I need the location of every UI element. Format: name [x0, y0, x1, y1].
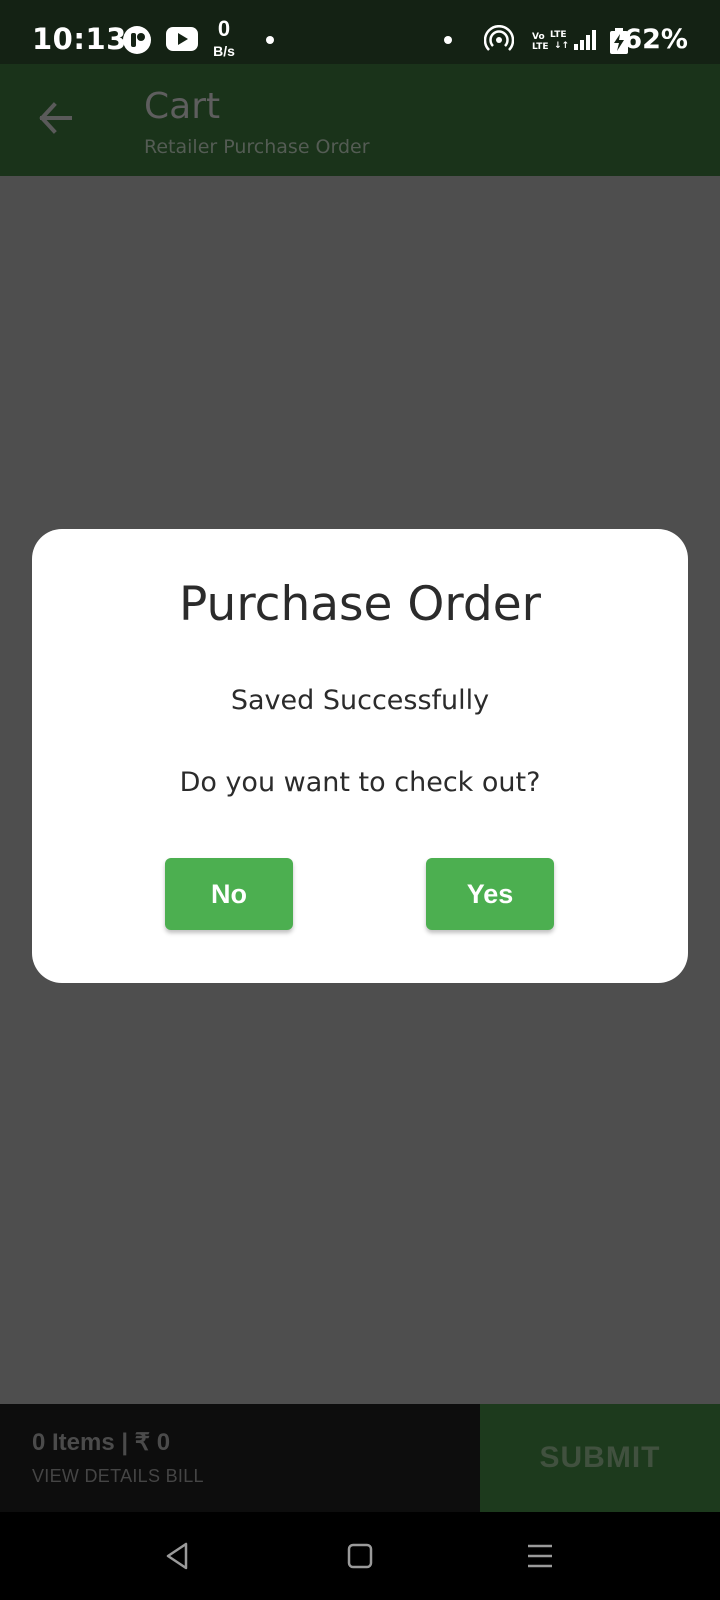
page-title: Cart — [144, 86, 221, 127]
dialog-title: Purchase Order — [179, 577, 541, 632]
screen: 10:13 0 B/s Vo LTE LTE ↓↑ 62% Cart Retai… — [0, 0, 720, 1600]
dialog-question: Do you want to check out? — [179, 767, 541, 798]
yes-button[interactable]: Yes — [426, 858, 554, 930]
youtube-icon — [166, 27, 198, 56]
cart-bottom-bar: 0 Items | ₹ 0 VIEW DETAILS BILL SUBMIT — [0, 1404, 720, 1512]
app-notification-icon — [122, 25, 152, 60]
svg-text:LTE: LTE — [532, 42, 548, 52]
svg-text:Vo: Vo — [532, 32, 545, 42]
back-triangle-icon[interactable] — [162, 1540, 194, 1572]
view-details-bill-link[interactable]: VIEW DETAILS BILL — [32, 1466, 204, 1487]
status-bar: 10:13 0 B/s Vo LTE LTE ↓↑ 62% — [0, 0, 720, 64]
dialog-message: Saved Successfully — [230, 685, 490, 716]
network-speed-unit: B/s — [213, 43, 235, 59]
notification-dot-icon — [266, 36, 274, 44]
page-subtitle: Retailer Purchase Order — [144, 136, 370, 158]
hotspot-icon — [483, 24, 515, 60]
submit-button[interactable]: SUBMIT — [480, 1404, 720, 1512]
arrow-left-icon[interactable] — [36, 98, 76, 138]
network-speed: 0 B/s — [208, 16, 240, 59]
network-speed-value: 0 — [217, 16, 231, 41]
cart-summary: 0 Items | ₹ 0 — [32, 1429, 171, 1456]
battery-percent: 62% — [623, 24, 688, 55]
status-time: 10:13 — [32, 22, 127, 56]
lte-signal-icon: LTE ↓↑ — [550, 28, 600, 57]
system-nav-bar — [0, 1512, 720, 1600]
notification-dot-icon — [444, 36, 452, 44]
home-square-icon[interactable] — [344, 1540, 376, 1572]
app-bar: Cart Retailer Purchase Order — [0, 64, 720, 176]
no-button[interactable]: No — [165, 858, 293, 930]
purchase-order-dialog: Purchase Order Saved Successfully Do you… — [32, 529, 688, 983]
volte-icon: Vo LTE — [532, 30, 549, 57]
svg-text:LTE: LTE — [550, 30, 567, 40]
svg-text:↓↑: ↓↑ — [554, 41, 569, 51]
menu-lines-icon[interactable] — [524, 1540, 556, 1572]
